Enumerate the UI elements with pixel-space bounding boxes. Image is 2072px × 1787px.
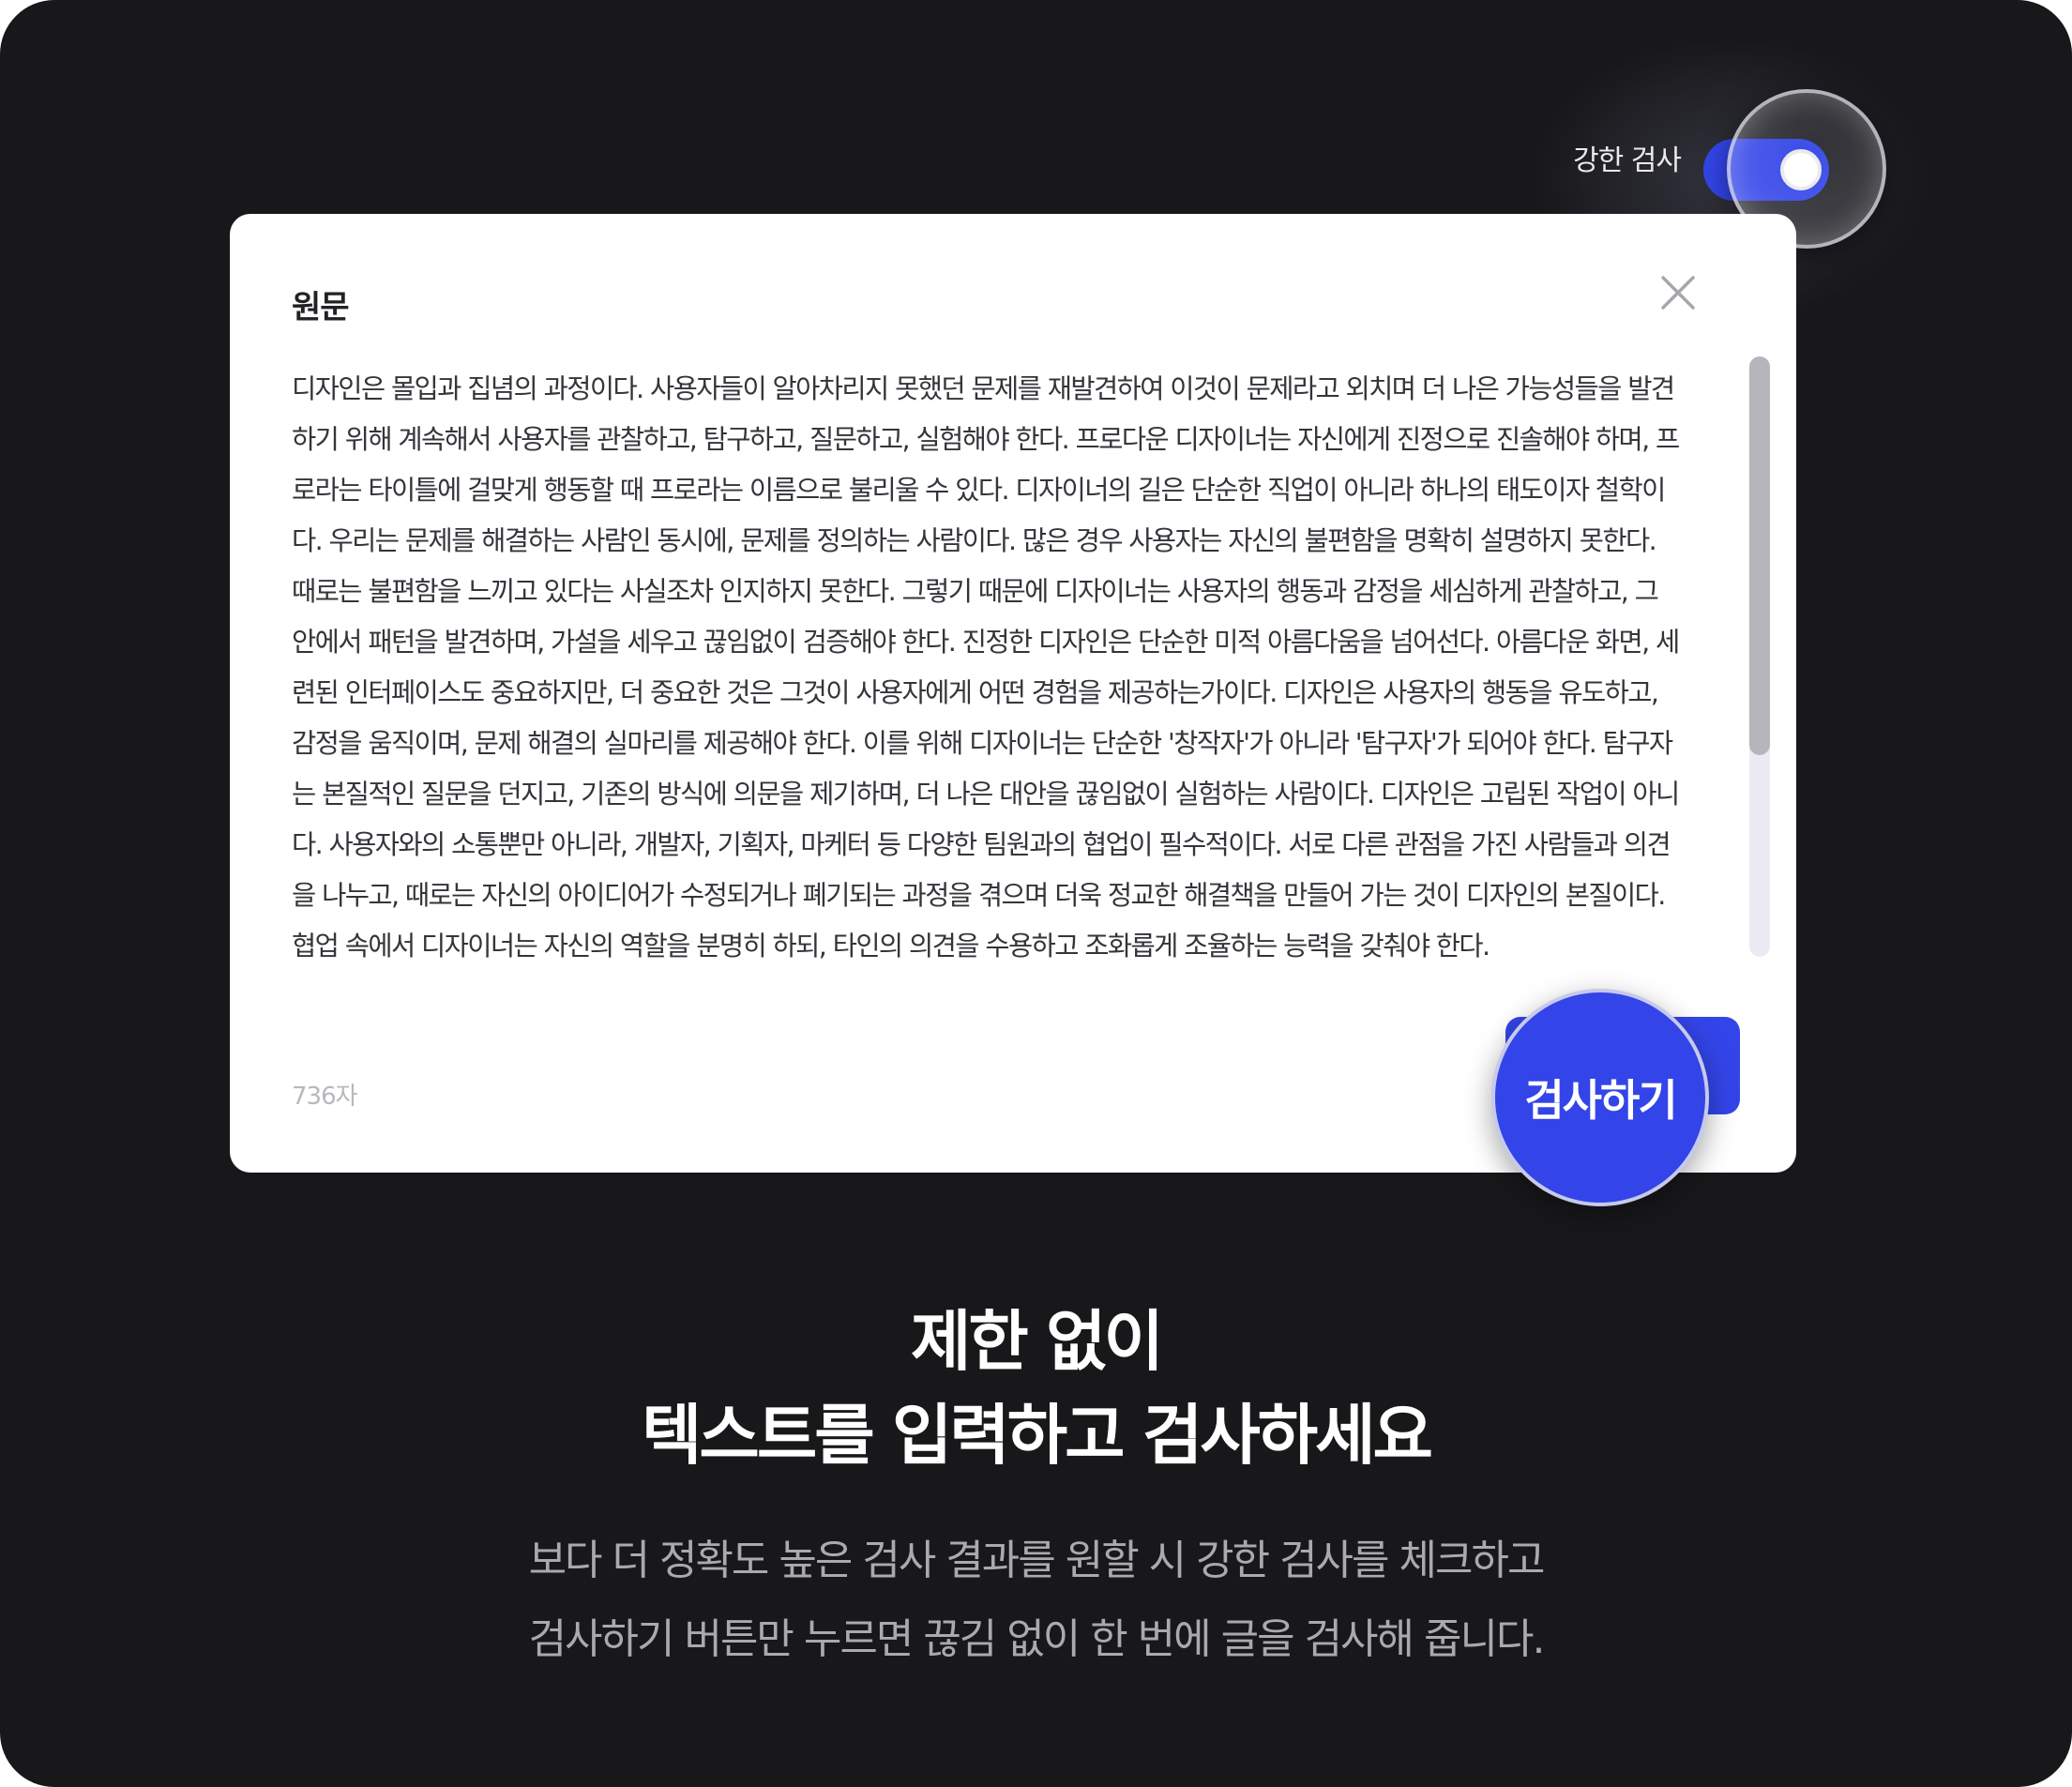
scrollbar-thumb[interactable] [1749,356,1770,755]
description-line-2: 검사하기 버튼만 누르면 끊김 없이 한 번에 글을 검사해 줍니다. [528,1615,1546,1663]
char-count: 736자 [292,1083,358,1111]
original-text-area[interactable]: 디자인은 몰입과 집념의 과정이다. 사용자들이 알아차리지 못했던 문제를 재… [292,364,1680,1227]
headline-line-2: 텍스트를 입력하고 검사하세요 [642,1397,1433,1474]
description: 보다 더 정확도 높은 검사 결과를 원할 시 강한 검사를 체크하고 검사하기… [0,1522,2072,1679]
check-button-magnified[interactable]: 검사하기 [1491,989,1709,1206]
strong-check-label: 강한 검사 [1573,144,1682,177]
promo-panel: 강한 검사 원문 디자인은 몰입과 집념의 과정이다. 사용자들이 알아차리지 … [0,0,2072,1787]
card-title: 원문 [292,289,350,326]
toggle-knob[interactable] [1780,149,1822,190]
headline-line-1: 제한 없이 [911,1303,1164,1380]
close-icon[interactable] [1657,272,1699,313]
description-line-1: 보다 더 정확도 높은 검사 결과를 원할 시 강한 검사를 체크하고 [528,1537,1546,1584]
headline: 제한 없이 텍스트를 입력하고 검사하세요 [0,1295,2072,1482]
